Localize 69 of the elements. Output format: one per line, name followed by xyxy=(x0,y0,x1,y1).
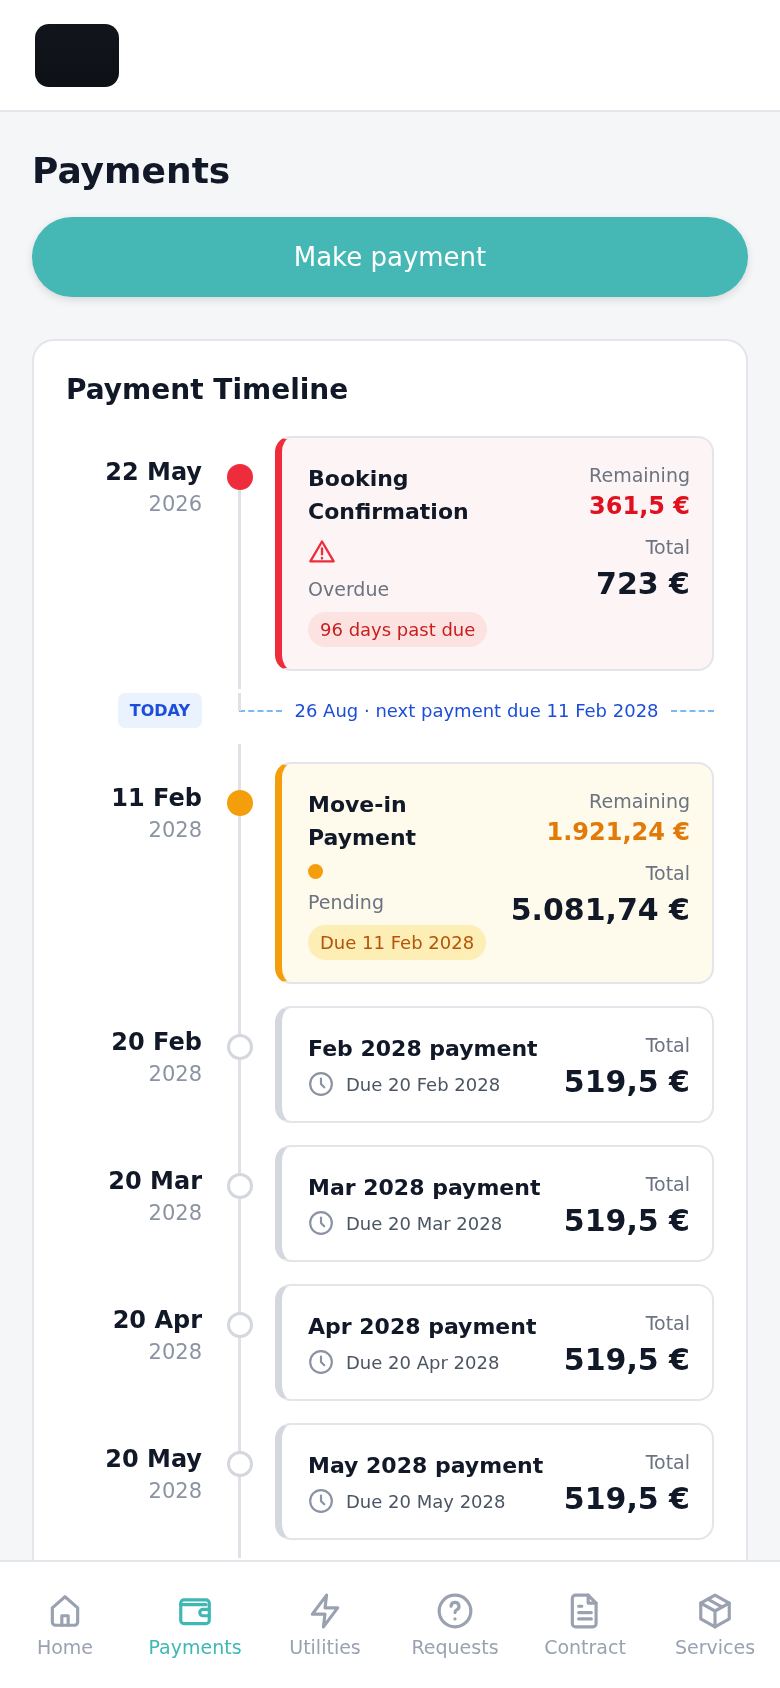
total-amount: 519,5 € xyxy=(563,1342,690,1377)
date-year: 2028 xyxy=(147,1062,202,1086)
remaining-label: Remaining xyxy=(589,464,690,486)
total-amount: 519,5 € xyxy=(563,1203,690,1238)
timeline-dot xyxy=(227,790,253,816)
nav-tab[interactable]: Payments xyxy=(132,1592,258,1658)
date-year: 2028 xyxy=(147,1479,202,1503)
total-label: Total xyxy=(645,1034,690,1056)
nav-tab[interactable]: Requests xyxy=(392,1592,518,1658)
warning-icon xyxy=(308,538,336,566)
status-badge: 96 days past due xyxy=(308,612,488,647)
total-label: Total xyxy=(645,1451,690,1473)
help-icon xyxy=(436,1592,474,1630)
date-day: 11 Feb xyxy=(66,784,202,812)
nav-tab[interactable]: Contract xyxy=(522,1592,648,1658)
total-label: Total xyxy=(645,1312,690,1334)
payment-title: Move-in Payment xyxy=(308,791,418,852)
status-label: Overdue xyxy=(308,578,391,600)
clock-icon xyxy=(308,1488,334,1514)
payment-card[interactable]: Booking Confirmation Overdue 96 days past due Remaining 361,5 € Total 723 € xyxy=(275,436,714,671)
payment-card[interactable]: May 2028 payment Due 20 May 2028 Total 519,5 € xyxy=(275,1423,714,1540)
date-day: 20 Mar xyxy=(66,1167,202,1195)
date-year: 2028 xyxy=(147,1340,202,1364)
date-day: 20 Feb xyxy=(66,1028,202,1056)
total-amount: 519,5 € xyxy=(563,1064,690,1099)
timeline-title: Payment Timeline xyxy=(66,373,350,406)
date-year: 2026 xyxy=(147,492,202,516)
nav-tab[interactable]: Utilities xyxy=(262,1592,388,1658)
page-title: Payments xyxy=(32,150,232,191)
payment-title: Feb 2028 payment xyxy=(308,1035,538,1063)
payment-title: Mar 2028 payment xyxy=(308,1174,541,1202)
today-note: 26 Aug · next payment due 11 Feb 2028 xyxy=(294,700,659,721)
date-day: 20 Apr xyxy=(66,1306,202,1334)
remaining-amount: 361,5 € xyxy=(589,492,690,520)
payment-title: Apr 2028 payment xyxy=(308,1313,537,1341)
nav-tab[interactable]: Services xyxy=(652,1592,778,1658)
clock-icon xyxy=(308,1210,334,1236)
clock-icon xyxy=(308,1349,334,1375)
due-date: Due 20 May 2028 xyxy=(346,1490,506,1512)
payment-card[interactable]: Feb 2028 payment Due 20 Feb 2028 Total 519,5 € xyxy=(275,1006,714,1123)
due-date: Due 20 Apr 2028 xyxy=(346,1351,500,1373)
remaining-label: Remaining xyxy=(589,790,690,812)
box-icon xyxy=(696,1592,734,1630)
total-label: Total xyxy=(645,1173,690,1195)
payment-title: May 2028 payment xyxy=(308,1452,544,1480)
status-dot-icon xyxy=(308,864,323,879)
due-date: Due 20 Mar 2028 xyxy=(346,1212,503,1234)
payment-title: Booking Confirmation xyxy=(308,465,470,526)
total-amount: 519,5 € xyxy=(563,1481,690,1516)
timeline-dot xyxy=(227,464,253,490)
status-label: Pending xyxy=(308,891,385,913)
total-amount: 723 € xyxy=(596,566,690,601)
due-date: Due 20 Feb 2028 xyxy=(346,1073,501,1095)
date-year: 2028 xyxy=(147,818,202,842)
date-year: 2028 xyxy=(147,1201,202,1225)
date-day: 22 May xyxy=(66,458,202,486)
nav-tab[interactable]: Home xyxy=(2,1592,128,1658)
total-label: Total xyxy=(645,862,690,884)
status-badge: Due 11 Feb 2028 xyxy=(308,925,487,960)
total-label: Total xyxy=(645,536,690,558)
payment-card[interactable]: Mar 2028 payment Due 20 Mar 2028 Total 519,5 € xyxy=(275,1145,714,1262)
date-day: 20 May xyxy=(66,1445,202,1473)
payment-card[interactable]: Move-in Payment Pending Due 11 Feb 2028 Remaining 1.921,24 € Total 5.081,74 € xyxy=(275,762,714,984)
clock-icon xyxy=(308,1071,334,1097)
total-amount: 5.081,74 € xyxy=(510,892,690,927)
remaining-amount: 1.921,24 € xyxy=(546,818,690,846)
payment-card[interactable]: Apr 2028 payment Due 20 Apr 2028 Total 519,5 € xyxy=(275,1284,714,1401)
make-payment-button[interactable]: Make payment xyxy=(32,217,748,297)
today-badge: TODAY xyxy=(117,693,202,728)
